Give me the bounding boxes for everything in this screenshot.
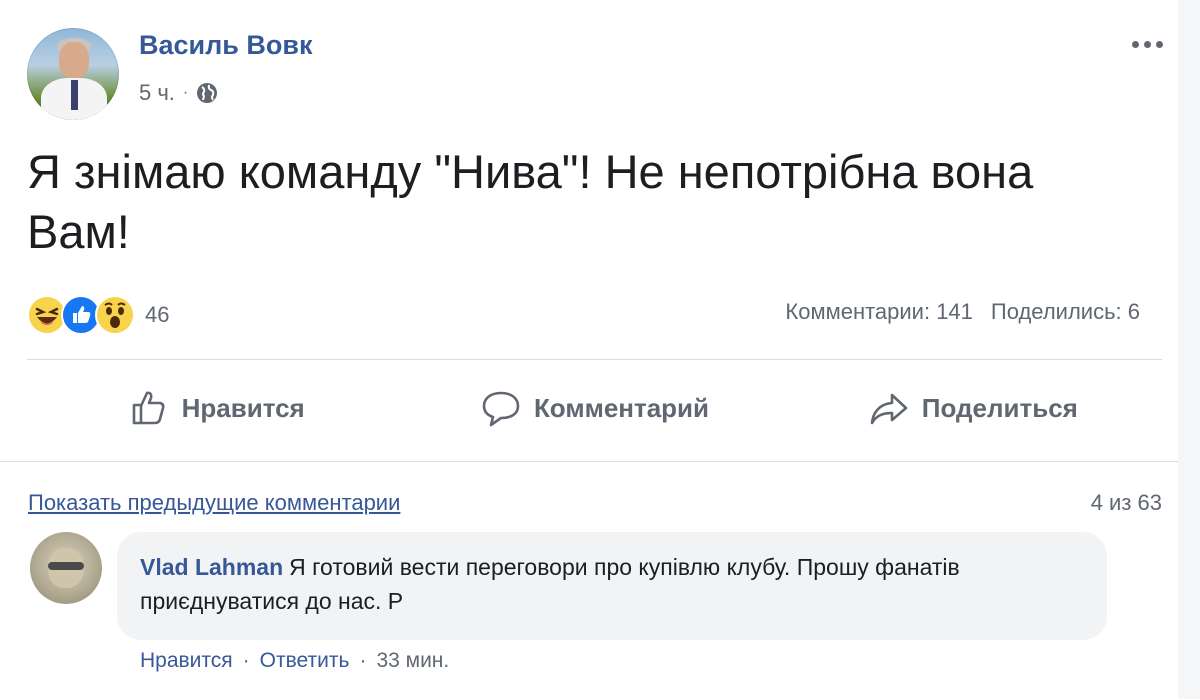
page-scroll-edge (1178, 0, 1200, 699)
share-icon (870, 393, 908, 425)
globe-icon (196, 82, 218, 104)
post-card: Василь Вовк 5 ч. · Я знімаю команду "Нив… (0, 0, 1179, 699)
post-stats: Комментарии: 141 Поделились: 6 (785, 299, 1140, 325)
post-time[interactable]: 5 ч. (139, 80, 175, 106)
post-text: Я знімаю команду "Нива"! Не непотрібна в… (27, 145, 1034, 258)
comment-action-separator: · (242, 649, 250, 672)
show-previous-comments-link[interactable]: Показать предыдущие комментарии (28, 490, 400, 516)
comment-time[interactable]: 33 мин. (376, 649, 449, 673)
share-button[interactable]: Поделиться (784, 378, 1162, 438)
more-options-icon[interactable] (1132, 36, 1172, 52)
comments-section: Показать предыдущие комментарии 4 из 63 … (0, 461, 1178, 700)
like-button[interactable]: Нравится (27, 378, 405, 438)
author-name[interactable]: Василь Вовк (139, 30, 312, 61)
comment-like-link[interactable]: Нравится (140, 649, 233, 673)
meta-separator: · (182, 84, 189, 101)
comment-button-label: Комментарий (533, 392, 710, 423)
comments-count-link[interactable]: Комментарии: 141 (785, 299, 973, 325)
comment-icon (482, 391, 520, 427)
wow-reaction-icon (95, 295, 135, 335)
reactions-summary[interactable]: 46 (27, 295, 169, 335)
comment-pagination-count: 4 из 63 (1090, 490, 1162, 515)
reaction-count[interactable]: 46 (145, 302, 169, 328)
shares-count-link[interactable]: Поделились: 6 (991, 299, 1140, 325)
commenter-avatar[interactable] (30, 532, 102, 604)
comment-action-separator: · (359, 649, 367, 672)
share-button-label: Поделиться (921, 392, 1078, 423)
divider (27, 359, 1162, 360)
post-meta: 5 ч. · (139, 80, 218, 106)
comment-author[interactable]: Vlad Lahman (140, 554, 283, 580)
comment-body: Vlad Lahman Я готовий вести переговори пр… (140, 550, 1090, 618)
comment-reply-link[interactable]: Ответить (260, 649, 350, 673)
comment-button[interactable]: Комментарий (405, 378, 783, 438)
like-button-label: Нравится (181, 392, 305, 423)
thumbs-up-icon (132, 391, 165, 425)
comment-actions: Нравится · Ответить · 33 мин. (140, 649, 449, 673)
post-actions-bar: Нравится Комментарий Поделиться (27, 378, 1162, 438)
comment-bubble: Vlad Lahman Я готовий вести переговори пр… (117, 532, 1107, 640)
author-avatar[interactable] (27, 28, 119, 120)
